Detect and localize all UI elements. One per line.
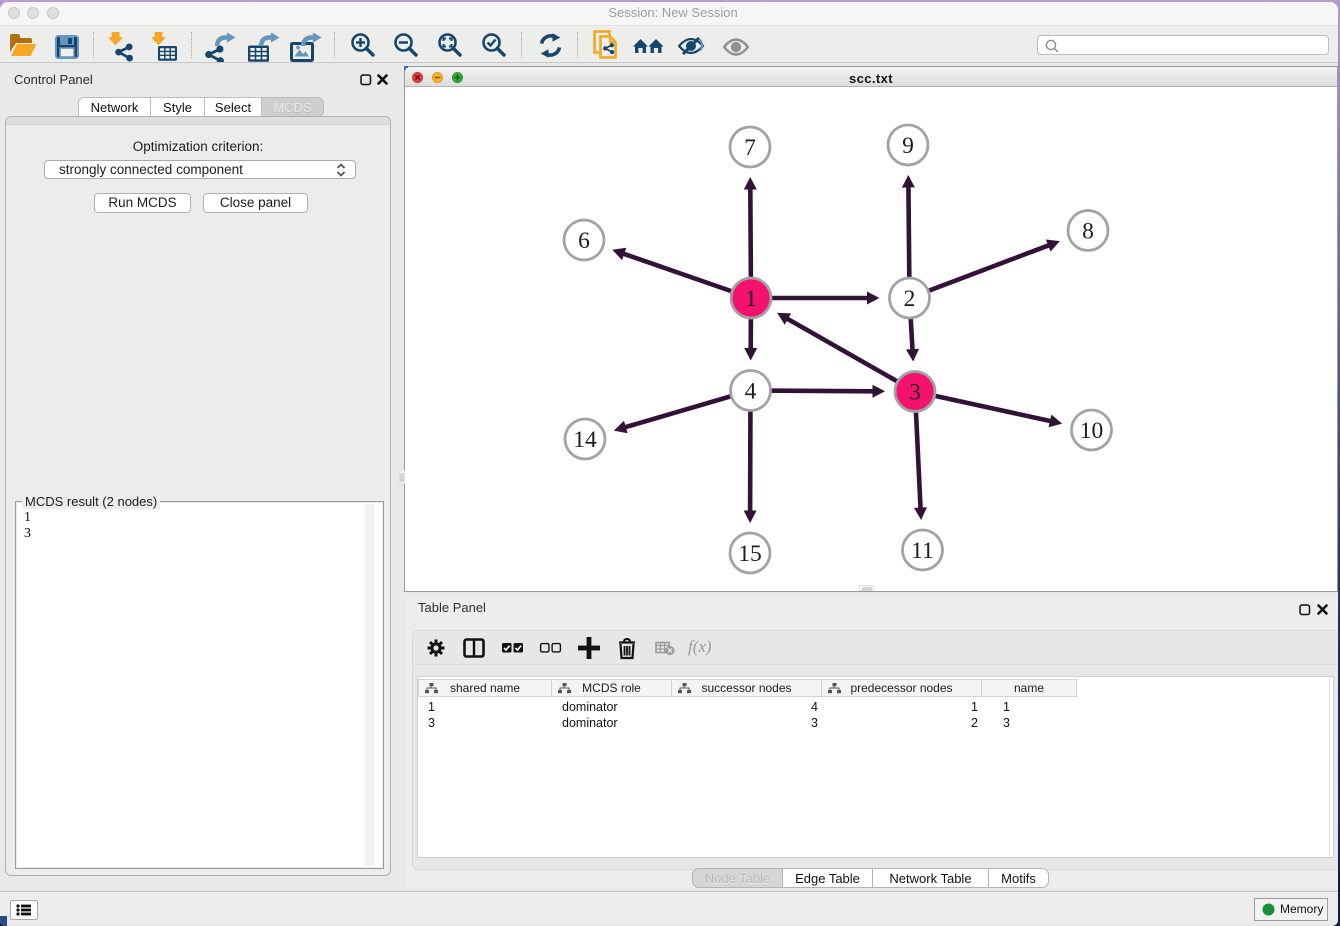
- svg-text:1: 1: [745, 286, 757, 312]
- svg-text:15: 15: [738, 541, 762, 567]
- svg-text:7: 7: [744, 135, 756, 161]
- svg-text:2: 2: [904, 286, 916, 312]
- svg-text:8: 8: [1082, 219, 1094, 245]
- svg-text:10: 10: [1080, 418, 1104, 444]
- svg-text:9: 9: [902, 133, 914, 159]
- svg-text:3: 3: [909, 380, 921, 406]
- svg-text:f(x): f(x): [688, 638, 712, 656]
- svg-text:4: 4: [745, 379, 757, 405]
- svg-text:11: 11: [911, 538, 934, 564]
- svg-text:14: 14: [573, 427, 597, 453]
- svg-text:6: 6: [578, 228, 590, 254]
